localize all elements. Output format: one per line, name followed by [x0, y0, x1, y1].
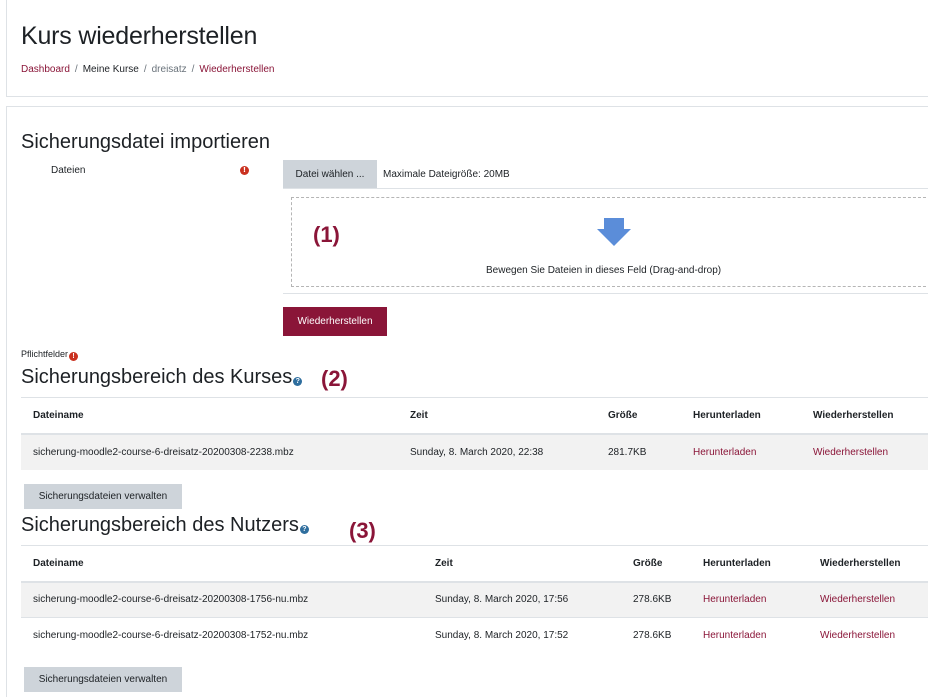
time-cell: Sunday, 8. March 2020, 17:52	[435, 617, 633, 654]
filename-cell: sicherung-moodle2-course-6-dreisatz-2020…	[21, 617, 435, 654]
restore-button[interactable]: Wiederherstellen	[283, 307, 387, 336]
column-restore: Wiederherstellen	[813, 397, 928, 435]
size-cell: 278.6KB	[633, 581, 703, 618]
import-section-title: Sicherungsdatei importieren	[21, 131, 271, 153]
column-size: Größe	[608, 397, 693, 435]
filename-cell: sicherung-moodle2-course-6-dreisatz-2020…	[21, 581, 435, 618]
required-icon: !	[240, 166, 249, 175]
download-link[interactable]: Herunterladen	[703, 581, 820, 618]
manage-backups-button[interactable]: Sicherungsdateien verwalten	[24, 484, 182, 509]
course-backup-table: Dateiname Zeit Größe Herunterladen Wiede…	[21, 397, 928, 470]
restore-link[interactable]: Wiederherstellen	[820, 581, 928, 618]
breadcrumb-course[interactable]: dreisatz	[152, 64, 187, 75]
table-row: sicherung-moodle2-course-6-dreisatz-2020…	[21, 433, 928, 470]
files-label: Dateien	[51, 165, 86, 176]
course-backup-title: Sicherungsbereich des Kurses?	[21, 366, 303, 389]
size-cell: 281.7KB	[608, 433, 693, 470]
choose-file-button[interactable]: Datei wählen ...	[283, 160, 377, 188]
column-time: Zeit	[435, 545, 633, 583]
table-row: sicherung-moodle2-course-6-dreisatz-2020…	[21, 617, 928, 654]
download-link[interactable]: Herunterladen	[693, 433, 813, 470]
annotation-2: (2)	[321, 366, 348, 391]
page-title: Kurs wiederherstellen	[21, 22, 258, 50]
breadcrumb-dashboard[interactable]: Dashboard	[21, 64, 70, 75]
column-download: Herunterladen	[703, 545, 820, 583]
user-backup-table: Dateiname Zeit Größe Herunterladen Wiede…	[21, 545, 928, 654]
column-filename: Dateiname	[21, 397, 410, 435]
drop-arrow-icon	[597, 218, 631, 246]
column-size: Größe	[633, 545, 703, 583]
column-download: Herunterladen	[693, 397, 813, 435]
column-filename: Dateiname	[21, 545, 435, 583]
annotation-1: (1)	[313, 222, 340, 247]
required-fields-note: Pflichtfelder!	[21, 349, 79, 361]
restore-link[interactable]: Wiederherstellen	[813, 433, 928, 470]
time-cell: Sunday, 8. March 2020, 22:38	[410, 433, 608, 470]
filename-cell: sicherung-moodle2-course-6-dreisatz-2020…	[21, 433, 410, 470]
help-icon[interactable]: ?	[293, 377, 303, 386]
breadcrumb-my-courses[interactable]: Meine Kurse	[83, 64, 139, 75]
size-cell: 278.6KB	[633, 617, 703, 654]
time-cell: Sunday, 8. March 2020, 17:56	[435, 581, 633, 618]
breadcrumb: Dashboard / Meine Kurse / dreisatz / Wiederher…	[21, 64, 275, 75]
annotation-3: (3)	[349, 518, 376, 543]
drop-zone-text: Bewegen Sie Dateien in dieses Feld (Drag…	[486, 265, 722, 276]
restore-link[interactable]: Wiederherstellen	[820, 617, 928, 654]
column-restore: Wiederherstellen	[820, 545, 928, 583]
download-link[interactable]: Herunterladen	[703, 617, 820, 654]
user-backup-title: Sicherungsbereich des Nutzers?	[21, 514, 309, 537]
column-time: Zeit	[410, 397, 608, 435]
breadcrumb-restore[interactable]: Wiederherstellen	[199, 64, 274, 75]
help-icon[interactable]: ?	[299, 525, 309, 534]
required-icon: !	[69, 352, 79, 361]
max-file-size: Maximale Dateigröße: 20MB	[383, 169, 510, 180]
table-row: sicherung-moodle2-course-6-dreisatz-2020…	[21, 581, 928, 618]
manage-backups-button[interactable]: Sicherungsdateien verwalten	[24, 667, 182, 692]
